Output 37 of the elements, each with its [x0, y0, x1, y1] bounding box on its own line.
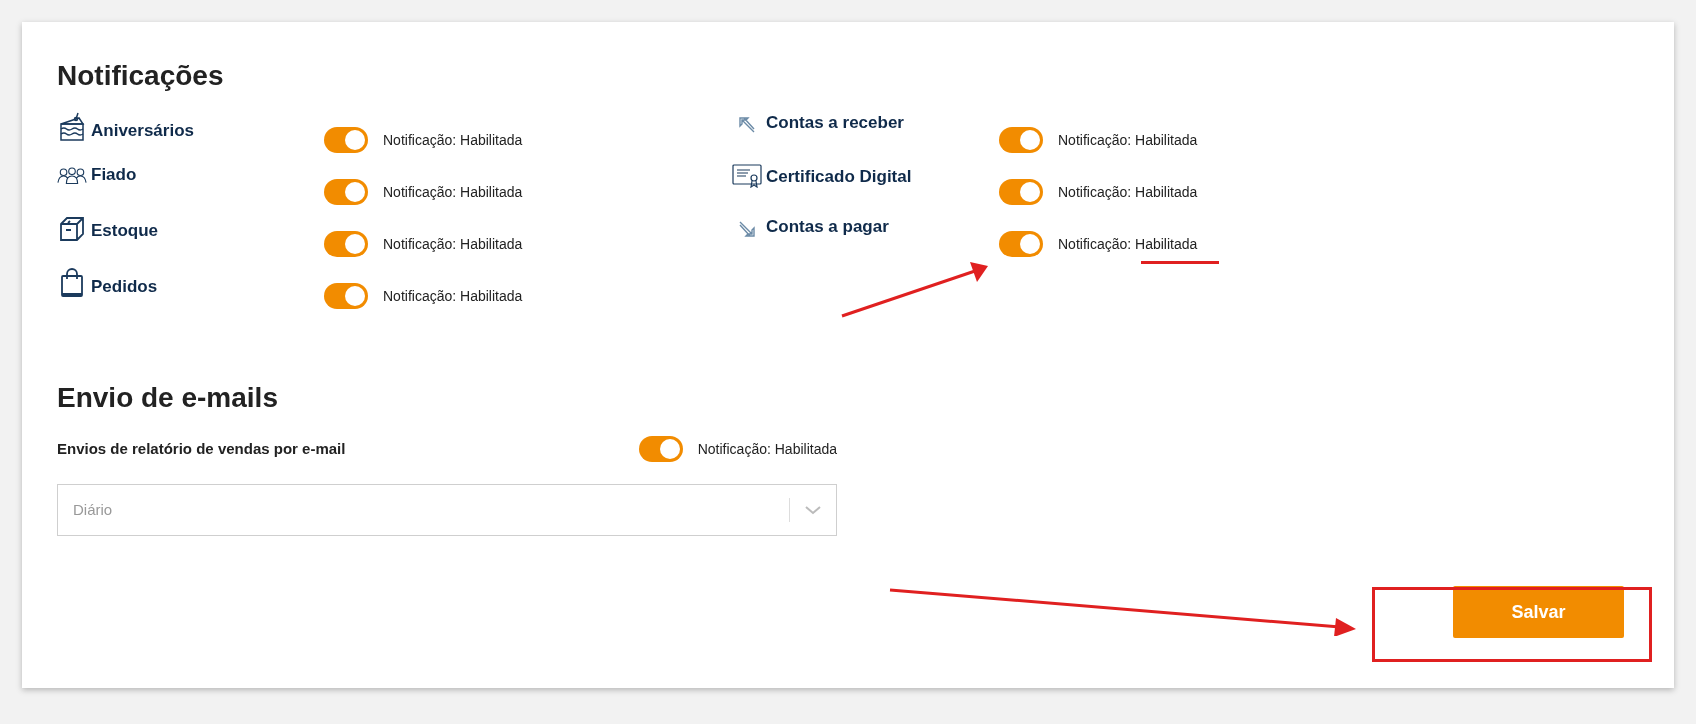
notification-label: Contas a pagar [766, 216, 889, 238]
notification-status: Notificação: Habilitada [383, 182, 523, 202]
notification-label: Fiado [91, 164, 137, 186]
chevron-down-icon [804, 505, 822, 515]
notification-label: Certificado Digital [766, 166, 912, 188]
certificate-icon [732, 164, 762, 188]
toggle-switch[interactable] [324, 231, 368, 257]
frequency-input[interactable]: Diário [73, 498, 789, 522]
notification-label: Pedidos [91, 276, 158, 298]
toggle-switch[interactable] [999, 231, 1043, 257]
notification-label: Estoque [91, 220, 159, 242]
notification-label: Aniversários [91, 120, 194, 142]
arrow-up-left-icon [738, 116, 756, 134]
arrow-down-right-icon [738, 220, 756, 238]
toggle-switch[interactable] [324, 127, 368, 153]
toggle-switch[interactable] [638, 436, 683, 462]
toggle-switch[interactable] [999, 179, 1043, 205]
section-title: Notificações [57, 59, 225, 93]
notification-status: Notificação: Habilitada [1058, 234, 1198, 254]
toggle-switch[interactable] [324, 179, 368, 205]
frequency-select[interactable]: Diário [57, 484, 837, 536]
notification-status: Notificação: Habilitada [383, 286, 523, 306]
shopping-bag-icon [60, 268, 84, 298]
section-title: Envio de e-mails [57, 381, 279, 415]
cake-icon [59, 112, 85, 142]
box-icon [59, 216, 85, 242]
people-icon [57, 166, 87, 186]
notification-status: Notificação: Habilitada [383, 234, 523, 254]
notification-status: Notificação: Habilitada [383, 130, 523, 150]
notification-status: Notificação: Habilitada [697, 439, 837, 459]
toggle-switch[interactable] [999, 127, 1043, 153]
notification-label: Contas a receber [766, 112, 904, 134]
notification-status: Notificação: Habilitada [1058, 182, 1198, 202]
notification-status: Notificação: Habilitada [1058, 130, 1198, 150]
report-label: Envios de relatório de vendas por e-mail [57, 438, 346, 459]
save-button[interactable]: Salvar [1453, 586, 1624, 638]
toggle-switch[interactable] [324, 283, 368, 309]
